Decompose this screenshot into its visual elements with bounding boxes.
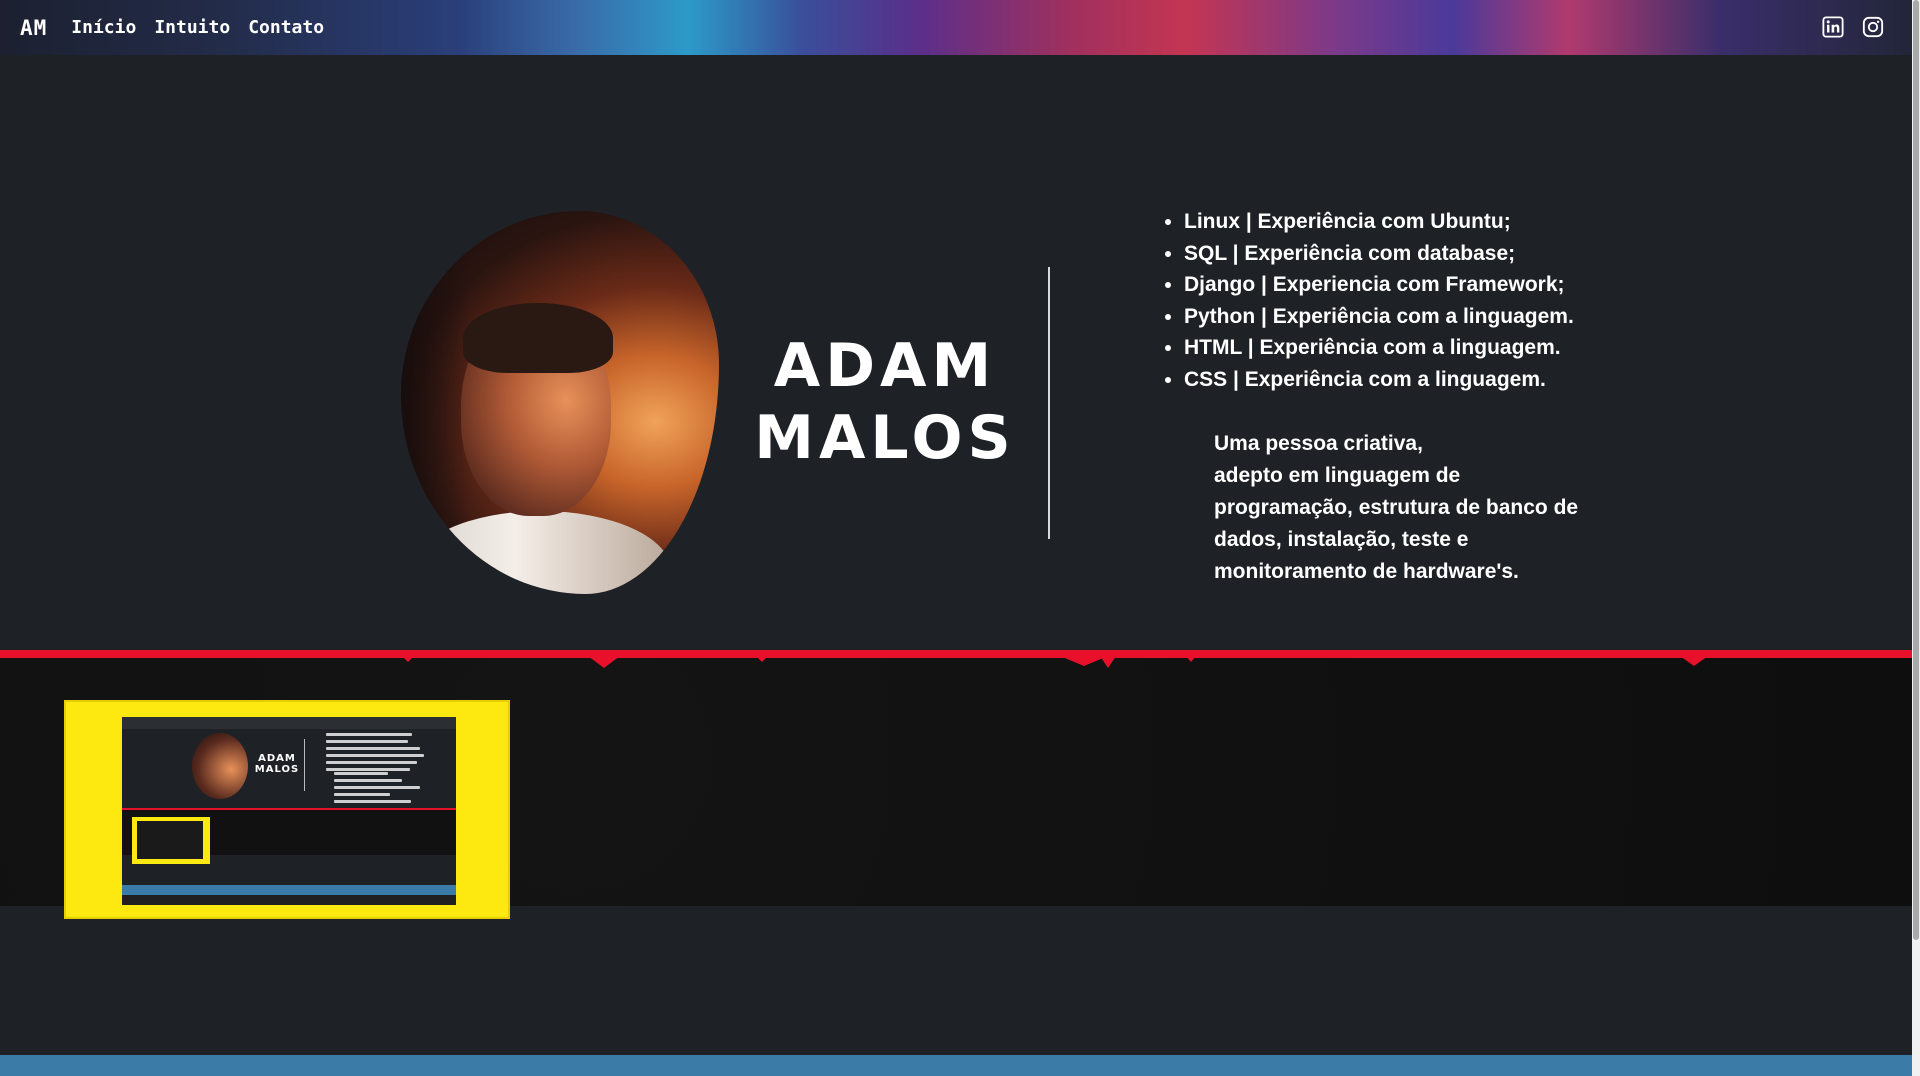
bio-line: programação, estrutura de banco de [1214,496,1579,519]
nav-link-inicio[interactable]: Início [71,17,136,38]
red-glitch-divider [0,650,1912,658]
bio-line: adepto em linguagem de [1214,464,1461,487]
logo[interactable]: AM [20,16,47,40]
scrollbar-thumb[interactable] [1913,0,1919,940]
profile-name: ADAM MALOS [740,330,1030,474]
nav-link-intuito[interactable]: Intuito [154,17,230,38]
instagram-icon[interactable] [1862,16,1884,38]
name-line-2: MALOS [754,403,1016,473]
skill-item: CSS | Experiência com a linguagem. [1184,364,1574,396]
skill-item: Django | Experiencia com Framework; [1184,269,1574,301]
profile-photo [401,211,719,594]
page-scrollbar[interactable] [1912,0,1920,1076]
skill-item: Linux | Experiência com Ubuntu; [1184,206,1574,238]
vertical-divider [1048,267,1050,539]
skill-item: Python | Experiência com a linguagem. [1184,301,1574,333]
name-line-1: ADAM [773,331,997,401]
bio-text: Uma pessoa criativa, adepto em linguagem… [1214,428,1594,588]
nav-link-contato[interactable]: Contato [248,17,324,38]
bio-line: dados, instalação, teste e [1214,528,1469,551]
linkedin-icon[interactable] [1822,16,1844,38]
social-links [1822,16,1884,38]
project-screenshot: ADAM MALOS [122,717,456,905]
skill-item: HTML | Experiência com a linguagem. [1184,332,1574,364]
top-navbar: AM Início Intuito Contato [0,0,1912,55]
project-card[interactable]: ADAM MALOS [64,700,510,919]
skill-item: SQL | Experiência com database; [1184,238,1574,270]
skills-list: Linux | Experiência com Ubuntu; SQL | Ex… [1164,206,1574,396]
nav-left: AM Início Intuito Contato [0,16,324,40]
footer-bar [0,1055,1912,1076]
bio-line: Uma pessoa criativa, [1214,432,1423,455]
bio-line: monitoramento de hardware's. [1214,560,1519,583]
